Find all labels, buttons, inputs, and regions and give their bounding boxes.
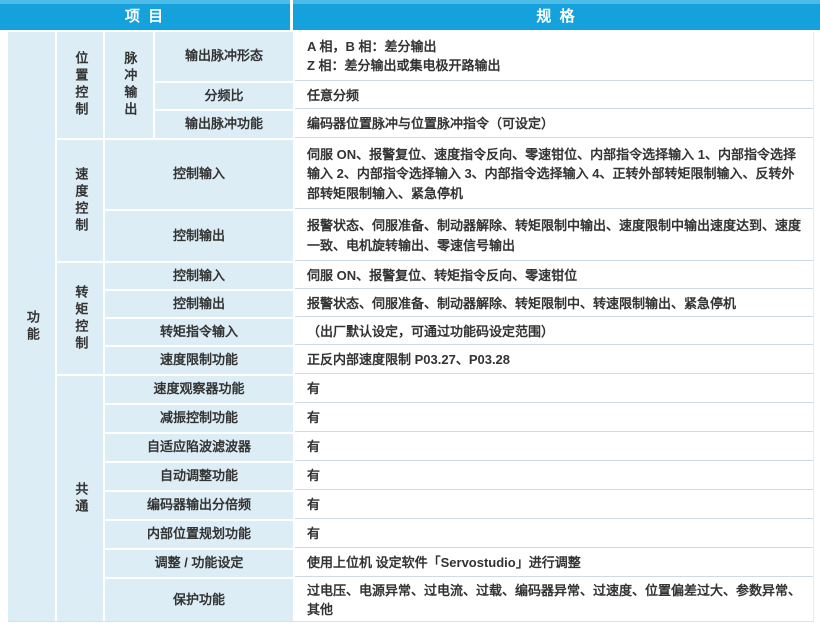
spec-auto-tuning: 有 bbox=[295, 463, 813, 490]
header-item: 项 目 bbox=[0, 0, 290, 30]
spec-torque-command-input: （出厂默认设定，可通过功能码设定范围） bbox=[295, 319, 813, 345]
spec-encoder-output-division: 有 bbox=[295, 492, 813, 519]
label-torque-control-output: 控制输出 bbox=[105, 291, 293, 317]
label-internal-position-planning: 内部位置规划功能 bbox=[105, 521, 293, 548]
label-speed-limit-function: 速度限制功能 bbox=[105, 347, 293, 374]
spec-output-pulse-function: 编码器位置脉冲与位置脉冲指令（可设定） bbox=[295, 111, 813, 138]
spec-speed-control-output: 报警状态、伺服准备、制动器解除、转矩限制中输出、速度限制中输出速度达到、速度一致… bbox=[295, 211, 813, 261]
label-adaptive-notch-filter: 自适应陷波滤波器 bbox=[105, 434, 293, 461]
spec-torque-control-output: 报警状态、伺服准备、制动器解除、转矩限制中、转速限制输出、紧急停机 bbox=[295, 291, 813, 317]
spec-speed-observer: 有 bbox=[295, 376, 813, 403]
label-torque-command-input: 转矩指令输入 bbox=[105, 319, 293, 345]
section-position-control: 位置控制 bbox=[57, 32, 103, 138]
label-output-pulse-function: 输出脉冲功能 bbox=[155, 111, 293, 138]
label-auto-tuning: 自动调整功能 bbox=[105, 463, 293, 490]
spec-table-body: 功能 位置控制 脉冲输出 输出脉冲形态 A 相，B 相：差分输出 Z 相：差分输… bbox=[8, 32, 814, 622]
label-speed-control-output: 控制输出 bbox=[105, 211, 293, 261]
section-torque-control: 转矩控制 bbox=[57, 263, 103, 374]
header-spec: 规 格 bbox=[293, 0, 820, 30]
spec-torque-control-input: 伺服 ON、报警复位、转矩指令反向、零速钳位 bbox=[295, 263, 813, 289]
subsection-pulse-output: 脉冲输出 bbox=[105, 32, 153, 138]
label-adjust-function-setting: 调整 / 功能设定 bbox=[105, 550, 293, 577]
spec-frequency-division: 任意分频 bbox=[295, 83, 813, 109]
spec-vibration-suppression: 有 bbox=[295, 405, 813, 432]
spec-speed-limit-function: 正反内部速度限制 P03.27、P03.28 bbox=[295, 347, 813, 374]
spec-internal-position-planning: 有 bbox=[295, 521, 813, 548]
section-common: 共通 bbox=[57, 376, 103, 621]
table-header: 项 目 规 格 bbox=[0, 0, 820, 30]
label-vibration-suppression: 减振控制功能 bbox=[105, 405, 293, 432]
group-function: 功能 bbox=[8, 32, 55, 621]
label-output-pulse-form: 输出脉冲形态 bbox=[155, 32, 293, 81]
label-encoder-output-division: 编码器输出分倍频 bbox=[105, 492, 293, 519]
spec-table-page: 项 目 规 格 功能 位置控制 脉冲输出 输出脉冲形态 A 相，B 相：差分输出… bbox=[0, 0, 820, 626]
label-protection-function: 保护功能 bbox=[105, 579, 293, 621]
spec-adjust-function-setting: 使用上位机 设定软件「Servostudio」进行调整 bbox=[295, 550, 813, 577]
spec-adaptive-notch-filter: 有 bbox=[295, 434, 813, 461]
spec-speed-control-input: 伺服 ON、报警复位、速度指令反向、零速钳位、内部指令选择输入 1、内部指令选择… bbox=[295, 140, 813, 209]
spec-protection-function: 过电压、电源异常、过电流、过载、编码器异常、过速度、位置偏差过大、参数异常、其他 bbox=[295, 579, 813, 621]
section-speed-control: 速度控制 bbox=[57, 140, 103, 261]
label-speed-control-input: 控制输入 bbox=[105, 140, 293, 209]
label-frequency-division: 分频比 bbox=[155, 83, 293, 109]
label-torque-control-input: 控制输入 bbox=[105, 263, 293, 289]
spec-output-pulse-form: A 相，B 相：差分输出 Z 相：差分输出或集电极开路输出 bbox=[295, 32, 813, 81]
label-speed-observer: 速度观察器功能 bbox=[105, 376, 293, 403]
